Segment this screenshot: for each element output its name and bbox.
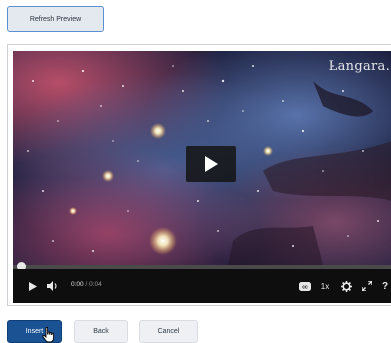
fullscreen-button[interactable]: [360, 279, 374, 293]
play-overlay-button[interactable]: [186, 146, 236, 182]
playback-speed-button[interactable]: 1x: [318, 279, 332, 293]
hand-cursor-icon: [42, 327, 55, 343]
play-button[interactable]: [27, 279, 39, 293]
media-preview-panel: Langara. 0:00 / 0:04 cc 1x ?: [7, 44, 391, 306]
help-icon[interactable]: ?: [379, 279, 391, 293]
video-watermark: Langara.: [328, 59, 390, 74]
player-controls: 0:00 / 0:04 cc 1x ?: [13, 269, 391, 303]
fullscreen-icon: [362, 281, 372, 291]
cancel-button[interactable]: Cancel: [139, 320, 198, 343]
video-player[interactable]: Langara. 0:00 / 0:04 cc 1x ?: [13, 51, 391, 303]
volume-button[interactable]: [46, 279, 60, 293]
refresh-preview-button[interactable]: Refresh Preview: [7, 6, 104, 32]
settings-button[interactable]: [339, 279, 353, 293]
back-button[interactable]: Back: [74, 320, 128, 343]
insert-media-dialog: Refresh Preview Langara. 0:00 / 0:04 cc …: [0, 0, 391, 343]
svg-text:cc: cc: [302, 284, 308, 290]
duration: / 0:04: [85, 281, 102, 288]
time-display: 0:00 / 0:04: [71, 281, 102, 288]
gear-icon: [340, 280, 352, 292]
current-time: 0:00: [71, 281, 84, 288]
play-icon: [205, 156, 218, 172]
play-icon: [29, 281, 37, 291]
closed-captions-icon: cc: [299, 281, 311, 291]
captions-button[interactable]: cc: [298, 280, 312, 292]
volume-icon: [47, 281, 57, 291]
